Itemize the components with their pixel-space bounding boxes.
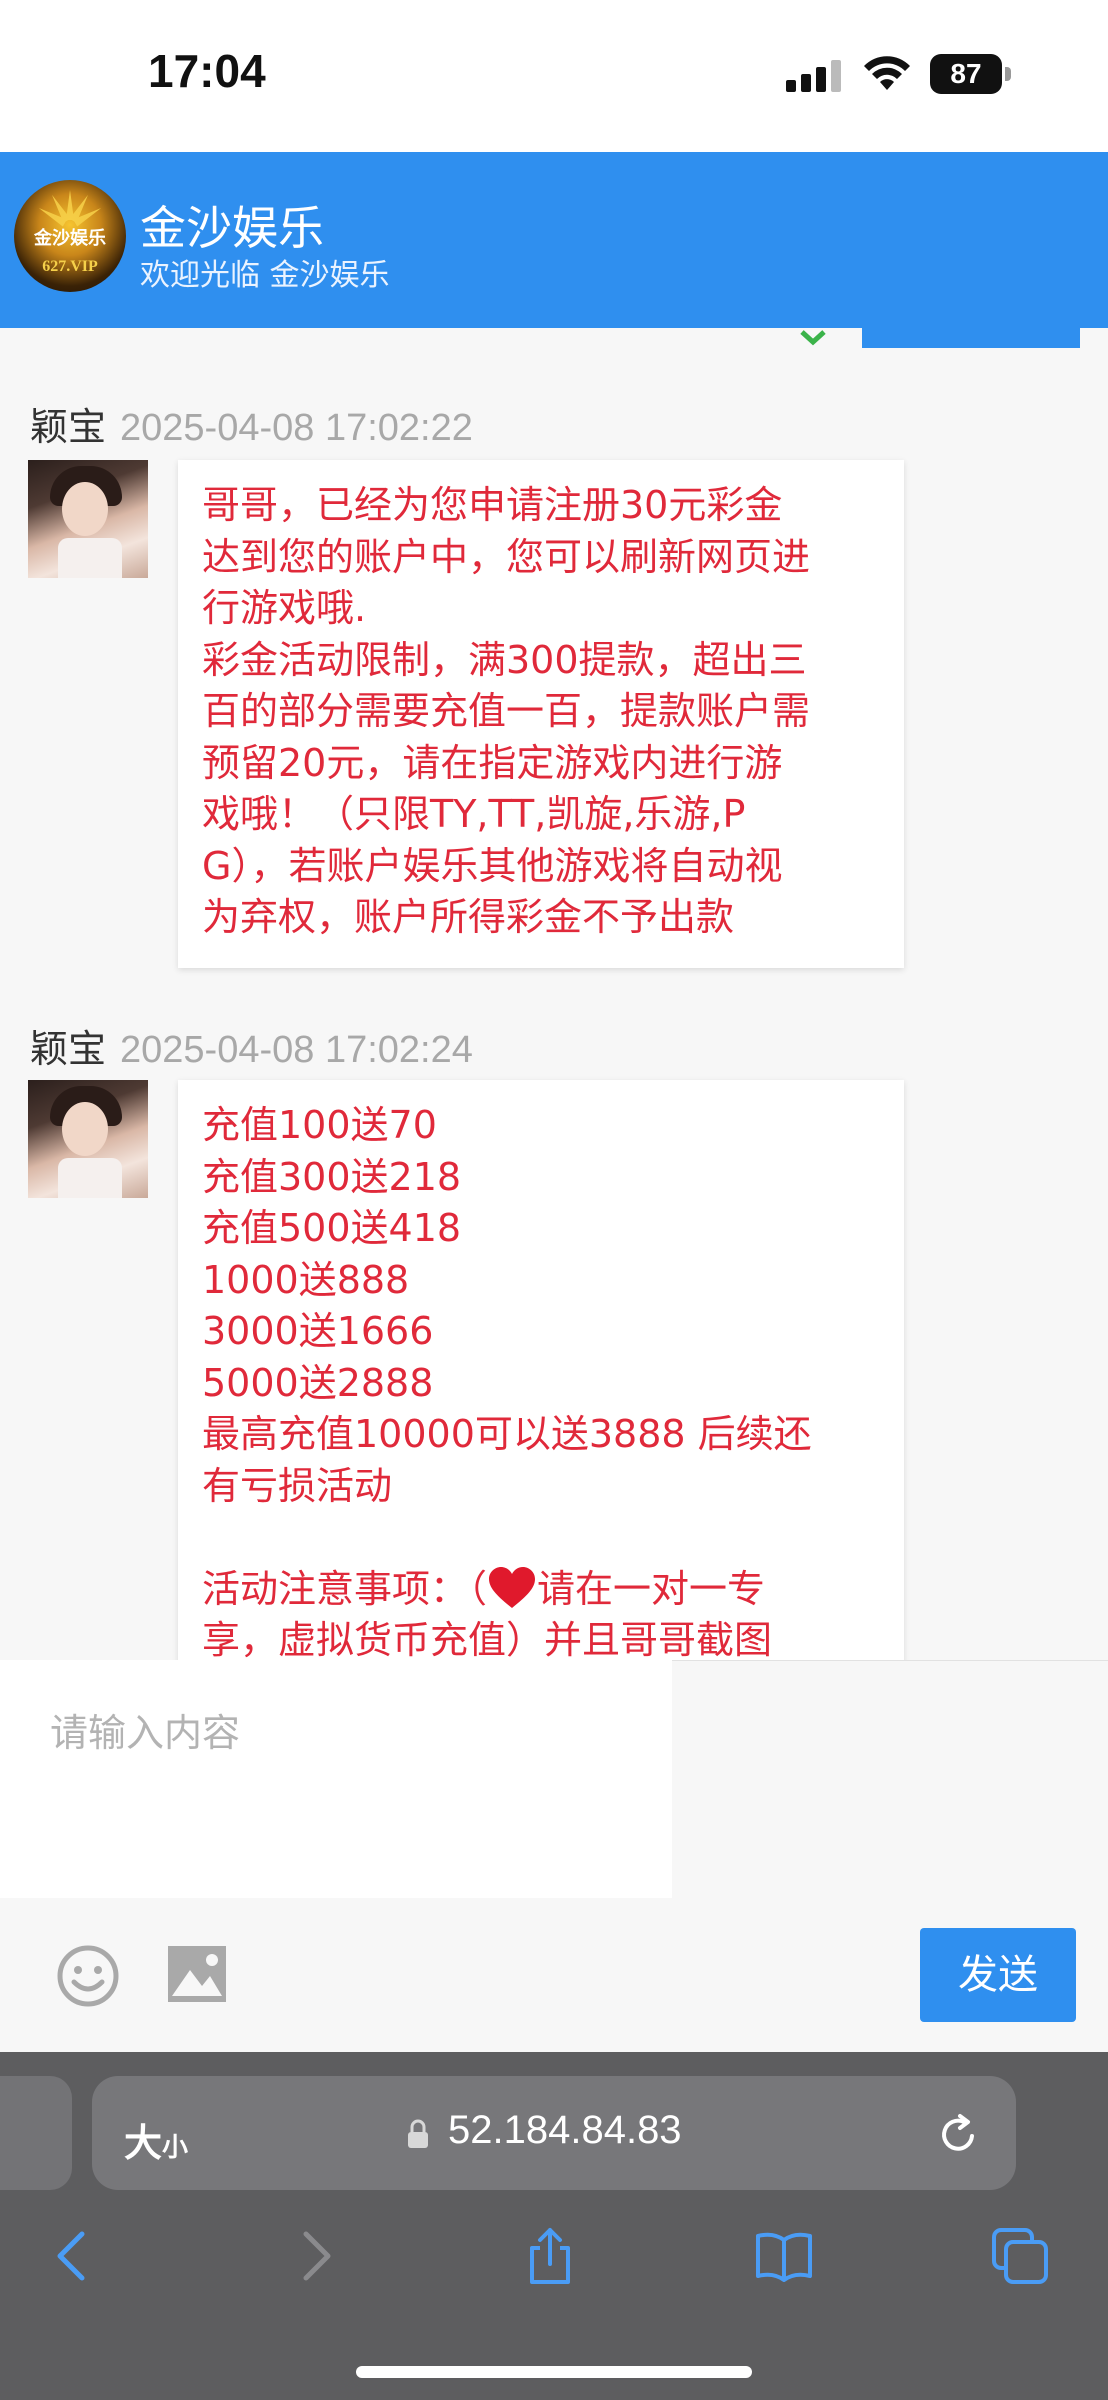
back-icon[interactable] (44, 2226, 104, 2286)
message-line: 3000送1666 (202, 1309, 434, 1353)
aa-label: 大 (124, 2123, 163, 2165)
message-line: 哥哥，已经为您申请注册30元彩金 (202, 483, 783, 527)
message-line: G），若账户娱乐其他游戏将自动视 (202, 843, 783, 888)
aa-small-label: 小 (162, 2132, 189, 2162)
share-icon[interactable] (520, 2226, 580, 2286)
logo: 金沙娱乐 627.VIP (14, 180, 126, 292)
message-time: 2025-04-08 17:02:22 (120, 407, 473, 449)
logo-sub: 627.VIP (42, 258, 98, 275)
sender-name: 颖宝 (30, 405, 107, 449)
message-line-part: 请在一对一专 (537, 1566, 766, 1611)
bookmarks-icon[interactable] (754, 2226, 814, 2286)
lock-icon (408, 2119, 428, 2148)
forward-icon[interactable] (284, 2226, 344, 2286)
header-title: 金沙娱乐 (140, 201, 324, 255)
heart-icon (489, 1566, 536, 1608)
battery-level: 87 (930, 54, 1002, 94)
message-time: 2025-04-08 17:02:24 (120, 1029, 473, 1071)
send-button[interactable]: 发送 (920, 1928, 1076, 2022)
message-line: 充值300送218 (202, 1154, 462, 1199)
message-bubble: 充值100送70 充值300送218 充值500送418 1000送888 30… (178, 1080, 904, 1660)
message-line: 百的部分需要充值一百，提款账户需 (202, 689, 811, 733)
message-line: 享，虚拟货币充值）并且哥哥截图 (202, 1618, 773, 1660)
home-indicator (356, 2366, 752, 2378)
page-settings-button[interactable]: 大小 (124, 2112, 188, 2167)
sender-name: 颖宝 (30, 1027, 107, 1071)
previous-tab[interactable] (0, 2076, 72, 2190)
url-text[interactable]: 52.184.84.83 (448, 2108, 682, 2153)
image-icon[interactable] (168, 1946, 226, 2002)
message-line: 彩金活动限制，满300提款，超出三 (202, 637, 807, 682)
chat-area[interactable]: 颖宝 2025-04-08 17:02:22 哥哥，已经为您申请注册30元彩金 达… (0, 328, 1108, 1660)
tabs-icon[interactable] (990, 2226, 1050, 2286)
message-line: 戏哦！（只限TY,TT,凯旋,乐游,P (202, 792, 746, 836)
message-meta: 颖宝 2025-04-08 17:02:24 (30, 1018, 473, 1073)
avatar[interactable] (28, 1080, 148, 1198)
check-icon (800, 330, 826, 346)
message-line: 充值100送70 (202, 1103, 437, 1147)
logo-text: 金沙娱乐 (34, 228, 106, 249)
scroll-indicator (862, 328, 1080, 348)
message-line: 充值500送418 (202, 1206, 462, 1250)
message-line: 有亏损活动 (202, 1463, 393, 1508)
message-line: 活动注意事项：（ 请在一对一专 (202, 1564, 880, 1616)
message-line: 预留20元，请在指定游戏内进行游 (202, 740, 783, 785)
message-line (202, 1512, 880, 1564)
emoji-icon[interactable] (56, 1944, 120, 2008)
status-time: 17:04 (148, 45, 266, 97)
battery-icon: 87 (930, 54, 1012, 94)
message-line: 1000送888 (202, 1257, 410, 1302)
message-bubble: 哥哥，已经为您申请注册30元彩金 达到您的账户中，您可以刷新网页进 行游戏哦. … (178, 460, 904, 968)
message-line: 行游戏哦. (202, 586, 367, 630)
avatar[interactable] (28, 460, 148, 578)
message-line: 达到您的账户中，您可以刷新网页进 (202, 534, 811, 579)
message-meta: 颖宝 2025-04-08 17:02:22 (30, 396, 473, 451)
message-line: 5000送2888 (202, 1360, 434, 1405)
message-line: 为弃权，账户所得彩金不予出款 (202, 895, 735, 939)
header-subtitle: 欢迎光临 金沙娱乐 (140, 258, 390, 293)
message-input[interactable] (0, 1660, 672, 1898)
message-line-part: 活动注意事项：（ (202, 1566, 488, 1611)
message-line: 最高充值10000可以送3888 后续还 (202, 1412, 812, 1456)
input-placeholder: 请输入内容 (50, 1711, 241, 1755)
wifi-icon (864, 56, 910, 90)
signal-icon (786, 60, 841, 92)
reload-icon[interactable] (936, 2112, 980, 2156)
